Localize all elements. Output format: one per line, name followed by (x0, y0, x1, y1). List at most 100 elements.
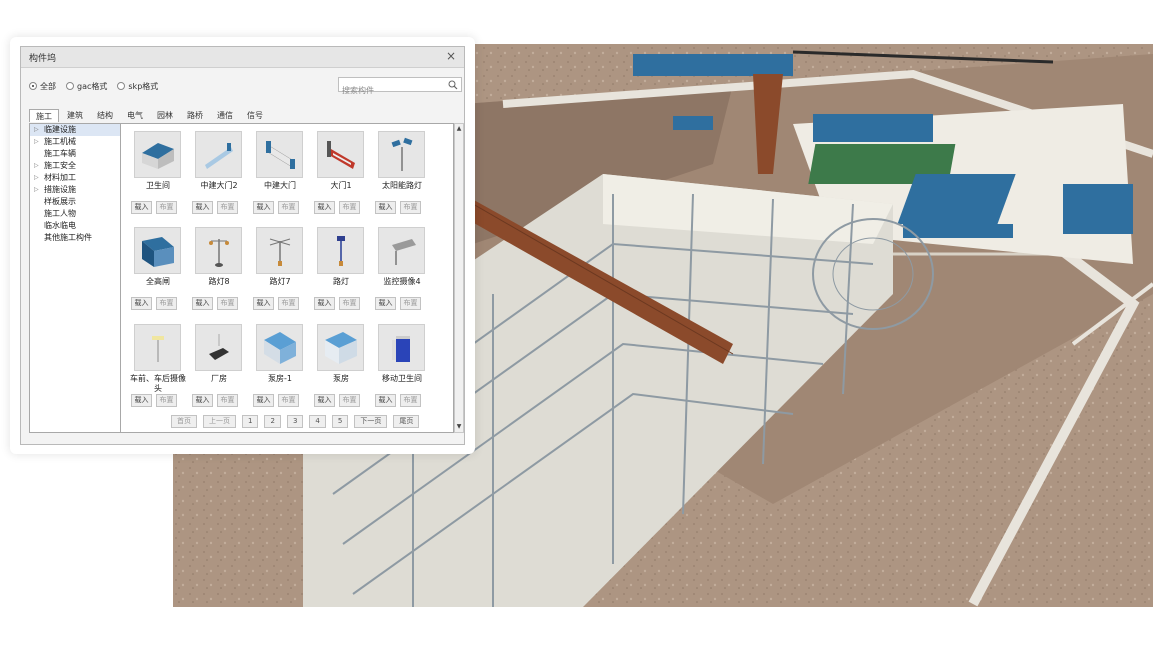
load-button[interactable]: 载入 (131, 201, 152, 214)
search-input[interactable] (339, 84, 443, 97)
place-button[interactable]: 布置 (156, 394, 177, 407)
tree-item[interactable]: ▷ 措施设施 (30, 184, 120, 196)
tree-item[interactable]: 施工车辆 (30, 148, 120, 160)
tree-item[interactable]: ▷ 施工安全 (30, 160, 120, 172)
place-button[interactable]: 布置 (400, 297, 421, 310)
page-5-button[interactable]: 5 (331, 415, 349, 428)
streetlight-icon (336, 235, 345, 266)
scroll-down-icon[interactable]: ▼ (455, 423, 463, 431)
component-card: 车前、车后摄像头 载入 布置 (128, 324, 188, 407)
component-name: 路灯8 (208, 277, 230, 286)
tree-item-label: 施工安全 (44, 161, 76, 170)
tab-architecture[interactable]: 建筑 (61, 109, 89, 122)
tree-item[interactable]: ▷ 施工机械 (30, 136, 120, 148)
component-thumbnail[interactable] (195, 324, 242, 371)
load-button[interactable]: 载入 (375, 201, 396, 214)
place-button[interactable]: 布置 (278, 297, 299, 310)
last-page-button[interactable]: 尾页 (393, 415, 420, 428)
component-thumbnail[interactable] (134, 324, 181, 371)
load-button[interactable]: 载入 (253, 297, 274, 310)
tab-signal[interactable]: 信号 (241, 109, 269, 122)
tree-item[interactable]: 样板展示 (30, 196, 120, 208)
load-button[interactable]: 载入 (192, 394, 213, 407)
component-thumbnail[interactable] (256, 324, 303, 371)
place-button[interactable]: 布置 (156, 201, 177, 214)
place-button[interactable]: 布置 (217, 297, 238, 310)
expand-arrow-icon[interactable]: ▷ (34, 160, 39, 172)
tree-item[interactable]: 其他施工构件 (30, 232, 120, 244)
component-thumbnail[interactable] (256, 131, 303, 178)
scroll-up-icon[interactable]: ▲ (455, 125, 463, 133)
expand-arrow-icon[interactable]: ▷ (34, 184, 39, 196)
tab-construction[interactable]: 施工 (29, 109, 59, 122)
place-button[interactable]: 布置 (339, 394, 360, 407)
component-thumbnail[interactable] (317, 324, 364, 371)
place-button[interactable]: 布置 (278, 394, 299, 407)
expand-arrow-icon[interactable]: ▷ (34, 124, 39, 136)
component-thumbnail[interactable] (317, 227, 364, 274)
place-button[interactable]: 布置 (217, 394, 238, 407)
close-icon[interactable]: × (444, 49, 458, 63)
prev-page-button[interactable]: 上一页 (203, 415, 236, 428)
expand-arrow-icon[interactable]: ▷ (34, 172, 39, 184)
load-button[interactable]: 载入 (192, 201, 213, 214)
component-card: 路灯7 载入 布置 (250, 227, 310, 310)
load-button[interactable]: 载入 (192, 297, 213, 310)
tab-road-bridge[interactable]: 路桥 (181, 109, 209, 122)
gate-2-icon (204, 142, 233, 169)
page-2-button[interactable]: 2 (264, 415, 281, 428)
component-card: 移动卫生间 载入 布置 (372, 324, 432, 407)
tab-communication[interactable]: 通信 (211, 109, 239, 122)
component-thumbnail[interactable] (195, 131, 242, 178)
filter-skp-radio[interactable]: skp格式 (117, 81, 158, 92)
component-card: 全高闸 载入 布置 (128, 227, 188, 310)
place-button[interactable]: 布置 (217, 201, 238, 214)
filter-all-radio[interactable]: 全部 (29, 81, 56, 92)
component-thumbnail[interactable] (378, 131, 425, 178)
tab-electrical[interactable]: 电气 (121, 109, 149, 122)
vertical-scrollbar[interactable]: ▲ ▼ (454, 123, 464, 433)
place-button[interactable]: 布置 (278, 201, 299, 214)
filter-gac-label: gac格式 (77, 81, 108, 91)
load-button[interactable]: 载入 (253, 201, 274, 214)
first-page-button[interactable]: 首页 (171, 415, 197, 428)
dialog-titlebar[interactable]: 构件坞 × (21, 47, 464, 68)
search-icon[interactable] (448, 80, 458, 90)
place-button[interactable]: 布置 (156, 297, 177, 310)
load-button[interactable]: 载入 (375, 394, 396, 407)
tree-item[interactable]: ▷ 材料加工 (30, 172, 120, 184)
component-thumbnail[interactable] (134, 131, 181, 178)
expand-arrow-icon[interactable]: ▷ (34, 136, 39, 148)
component-thumbnail[interactable] (317, 131, 364, 178)
component-thumbnail[interactable] (134, 227, 181, 274)
radio-dot-icon (66, 82, 74, 90)
load-button[interactable]: 载入 (253, 394, 274, 407)
tree-item[interactable]: 临水临电 (30, 220, 120, 232)
component-thumbnail[interactable] (378, 227, 425, 274)
tab-landscape[interactable]: 园林 (151, 109, 179, 122)
place-button[interactable]: 布置 (400, 394, 421, 407)
page-1-button[interactable]: 1 (242, 415, 259, 428)
load-button[interactable]: 载入 (131, 394, 152, 407)
place-button[interactable]: 布置 (339, 201, 360, 214)
load-button[interactable]: 载入 (314, 297, 335, 310)
tree-item[interactable]: ▷ 临建设施 (30, 124, 120, 136)
component-thumbnail[interactable] (378, 324, 425, 371)
filter-all-label: 全部 (40, 81, 56, 91)
load-button[interactable]: 载入 (314, 394, 335, 407)
next-page-button[interactable]: 下一页 (354, 415, 388, 428)
tree-item-label: 措施设施 (44, 185, 76, 194)
load-button[interactable]: 载入 (375, 297, 396, 310)
load-button[interactable]: 载入 (314, 201, 335, 214)
component-thumbnail[interactable] (195, 227, 242, 274)
load-button[interactable]: 载入 (131, 297, 152, 310)
page-3-button[interactable]: 3 (286, 415, 304, 428)
tab-structure[interactable]: 结构 (91, 109, 119, 122)
place-button[interactable]: 布置 (400, 201, 421, 214)
component-thumbnail[interactable] (256, 227, 303, 274)
component-name: 大门1 (330, 181, 352, 190)
filter-gac-radio[interactable]: gac格式 (66, 81, 107, 92)
place-button[interactable]: 布置 (339, 297, 360, 310)
page-4-button[interactable]: 4 (309, 415, 326, 428)
tree-item[interactable]: 施工人物 (30, 208, 120, 220)
